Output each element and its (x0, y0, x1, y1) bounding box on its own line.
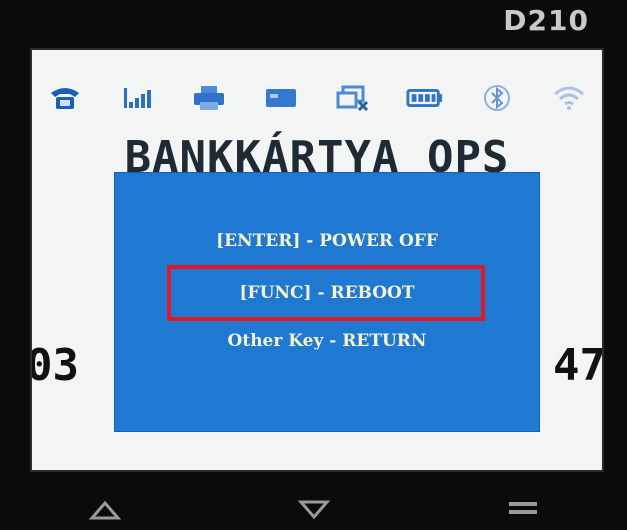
time-display: 47 (553, 340, 604, 391)
bluetooth-icon (478, 82, 516, 114)
date-display: 03 (30, 340, 79, 391)
home-triangle-icon[interactable] (294, 495, 334, 525)
battery-icon (406, 82, 444, 114)
screen: BANKKÁRTYA OPS 03 47 [ENTER] - POWER OFF… (30, 48, 604, 472)
reboot-option[interactable]: [FUNC] - REBOOT (115, 283, 539, 303)
back-triangle-icon[interactable] (85, 495, 125, 525)
signal-icon (118, 82, 156, 114)
menu-lines-icon[interactable] (503, 495, 543, 525)
printer-icon (190, 82, 228, 114)
nav-bar (0, 490, 627, 530)
network-icon (334, 82, 372, 114)
return-option[interactable]: Other Key - RETURN (115, 331, 539, 351)
phone-icon (46, 82, 84, 114)
wifi-icon (550, 82, 588, 114)
card-icon (262, 82, 300, 114)
status-bar (46, 80, 588, 116)
power-dialog: [ENTER] - POWER OFF [FUNC] - REBOOT Othe… (114, 172, 540, 432)
power-off-option[interactable]: [ENTER] - POWER OFF (115, 231, 539, 251)
device-model-label: D210 (503, 4, 589, 37)
